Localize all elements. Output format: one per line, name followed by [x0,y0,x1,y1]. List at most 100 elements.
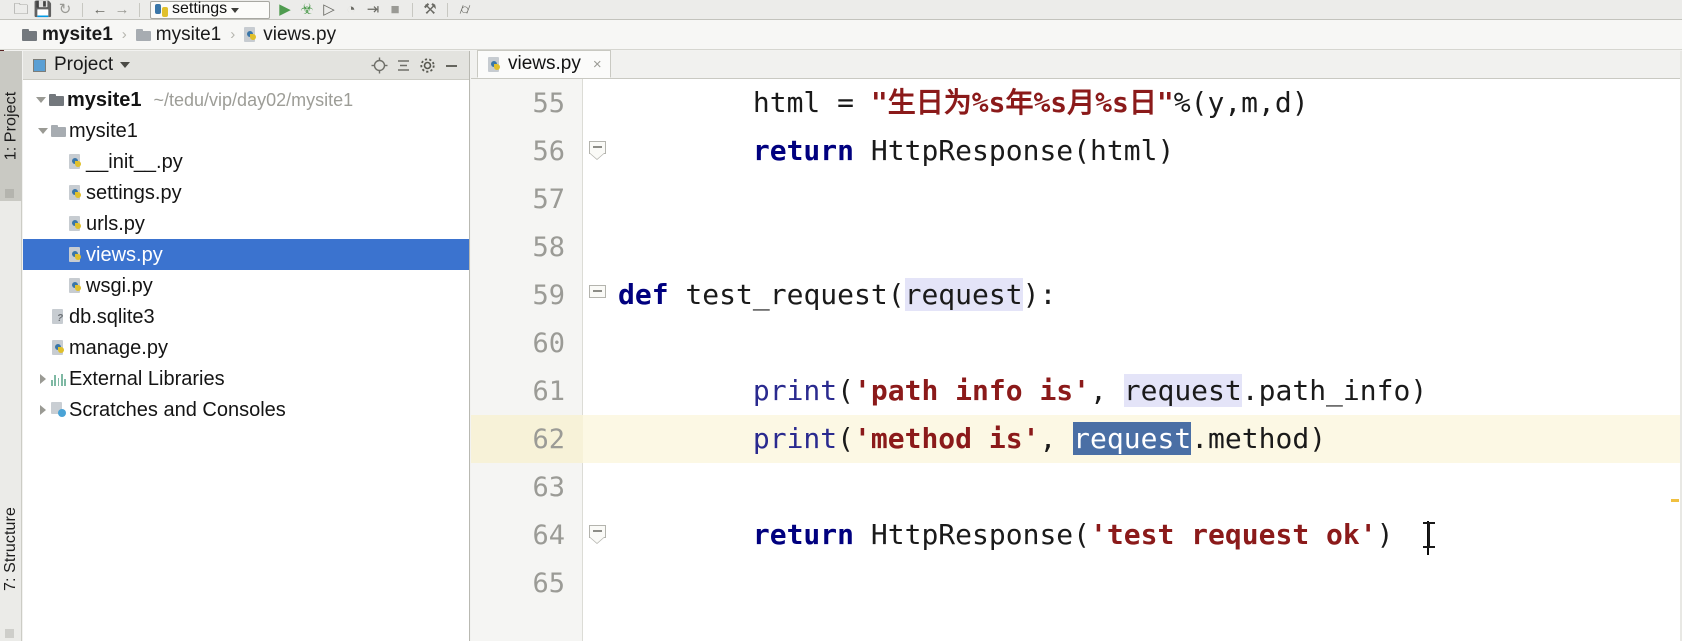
code-line[interactable]: 62 print('method is', request.method) [471,415,1682,463]
fold-gutter-cell[interactable] [583,127,618,175]
tree-row[interactable]: urls.py [23,208,469,239]
tree-row[interactable]: __init__.py [23,146,469,177]
open-folder-icon[interactable]: 🗀 [10,0,32,19]
fold-toggle-icon[interactable] [589,285,606,304]
expand-arrow-icon[interactable] [35,123,51,139]
locate-target-icon[interactable] [367,53,391,77]
library-icon [51,372,66,386]
line-number: 61 [532,375,565,407]
folder-icon [49,93,64,106]
code-line[interactable]: 63 [471,463,1682,511]
code-line[interactable]: 57 [471,175,1682,223]
settings-gear-icon[interactable] [415,53,439,77]
close-icon[interactable]: × [593,57,602,72]
run-config-label: settings [172,0,228,17]
profile-icon[interactable]: ◔ [340,0,362,19]
code-token: , [1039,422,1074,455]
code-editor[interactable]: 55 html = "生日为%s年%s月%s日"%(y,m,d) 56 retur… [471,79,1682,641]
fold-toggle-icon[interactable] [589,525,606,544]
line-number: 63 [532,471,565,503]
python-file-icon [69,278,83,293]
python-file-icon [69,185,83,200]
fold-gutter-cell [583,223,618,271]
expand-arrow-icon[interactable] [35,371,51,387]
left-tool-strip: 1: Project 7: Structure [0,51,22,641]
expand-arrow-icon[interactable] [35,402,51,418]
forward-icon[interactable]: → [111,0,133,19]
code-line[interactable]: 59 def test_request(request): [471,271,1682,319]
tree-item-label: Scratches and Consoles [69,398,286,421]
breadcrumb-item-0[interactable]: mysite1 [22,24,113,46]
tree-row[interactable]: mysite1 [23,115,469,146]
code-token: 'method is' [854,422,1040,455]
tree-row[interactable]: wsgi.py [23,270,469,301]
code-line[interactable]: 58 [471,223,1682,271]
search-icon[interactable]: ⌭ [454,0,476,19]
fold-gutter-cell[interactable] [583,271,618,319]
editor-tab-bar: views.py × [471,50,1682,79]
code-line[interactable]: 64 return HttpResponse('test request ok'… [471,511,1682,559]
tree-row[interactable]: External Libraries [23,363,469,394]
fold-gutter-cell [583,175,618,223]
back-icon[interactable]: ← [89,0,111,19]
project-tree: mysite1 ~/tedu/vip/day02/mysite1 mysite1… [23,80,469,425]
line-number: 62 [471,415,583,463]
code-line-text: html = "生日为%s年%s月%s日"%(y,m,d) [618,79,1309,127]
fold-gutter-cell [583,79,618,127]
fold-gutter-cell [583,559,618,607]
tree-row-selected[interactable]: views.py [23,239,469,270]
run-with-console-icon[interactable]: ⇥ [362,0,384,19]
expand-arrow-icon[interactable] [33,92,49,108]
collapse-all-icon[interactable] [391,53,415,77]
toolbar-divider-1 [82,2,83,17]
hide-panel-icon[interactable] [439,53,463,77]
code-token: def [618,278,669,311]
line-number: 55 [532,87,565,119]
tree-item-label: db.sqlite3 [69,305,155,328]
run-configuration-selector[interactable]: settings [150,1,270,19]
tree-row[interactable]: settings.py [23,177,469,208]
code-line[interactable]: 55 html = "生日为%s年%s月%s日"%(y,m,d) [471,79,1682,127]
sidebar-tab-structure[interactable]: 7: Structure [0,461,22,636]
tree-item-label: External Libraries [69,367,225,390]
save-all-icon[interactable]: 💾 [32,0,54,19]
code-line[interactable]: 60 [471,319,1682,367]
run-coverage-icon[interactable]: ▷ [318,0,340,19]
chevron-down-icon[interactable] [120,62,131,68]
tree-item-path: ~/tedu/vip/day02/mysite1 [153,89,354,110]
breadcrumb-item-1[interactable]: mysite1 [135,24,221,46]
sync-icon[interactable]: ↻ [54,0,76,19]
code-token: print [752,422,838,455]
code-token: .method) [1191,422,1327,455]
folder-icon [135,28,151,41]
code-line[interactable]: 56 return HttpResponse(html) [471,127,1682,175]
tree-item-label: mysite1 [69,119,138,142]
fold-gutter-cell [583,463,618,511]
code-token: ( [837,422,855,455]
text-caret [1427,521,1429,555]
project-view-icon [33,58,46,72]
tree-row[interactable]: Scratches and Consoles [23,394,469,425]
tree-row[interactable]: manage.py [23,332,469,363]
sidebar-tab-project-label: 1: Project [2,91,19,161]
fold-toggle-icon[interactable] [589,141,606,160]
breadcrumb-item-2[interactable]: views.py [244,24,336,46]
debug-icon[interactable]: ☣ [296,0,318,19]
tree-row[interactable]: mysite1 ~/tedu/vip/day02/mysite1 [23,84,469,115]
scrollbar-marker[interactable] [1671,499,1679,502]
fold-gutter-cell[interactable] [583,511,618,559]
code-line[interactable]: 61 print('path info is', request.path_in… [471,367,1682,415]
code-token: .path_info) [1241,374,1428,407]
line-number: 58 [532,231,565,263]
code-token: ): [1022,278,1057,311]
sidebar-tab-project[interactable]: 1: Project [0,51,22,201]
run-icon[interactable]: ▶ [274,0,296,19]
build-icon[interactable]: ⚒ [419,0,441,19]
stop-icon[interactable]: ■ [384,0,406,19]
tab-views-py[interactable]: views.py × [477,50,611,78]
code-line[interactable]: 65 [471,559,1682,607]
tree-item-label: manage.py [69,336,168,359]
code-token: = [820,86,871,119]
tree-row[interactable]: ? db.sqlite3 [23,301,469,332]
code-token: "生日为%s年%s月%s日" [870,86,1174,119]
